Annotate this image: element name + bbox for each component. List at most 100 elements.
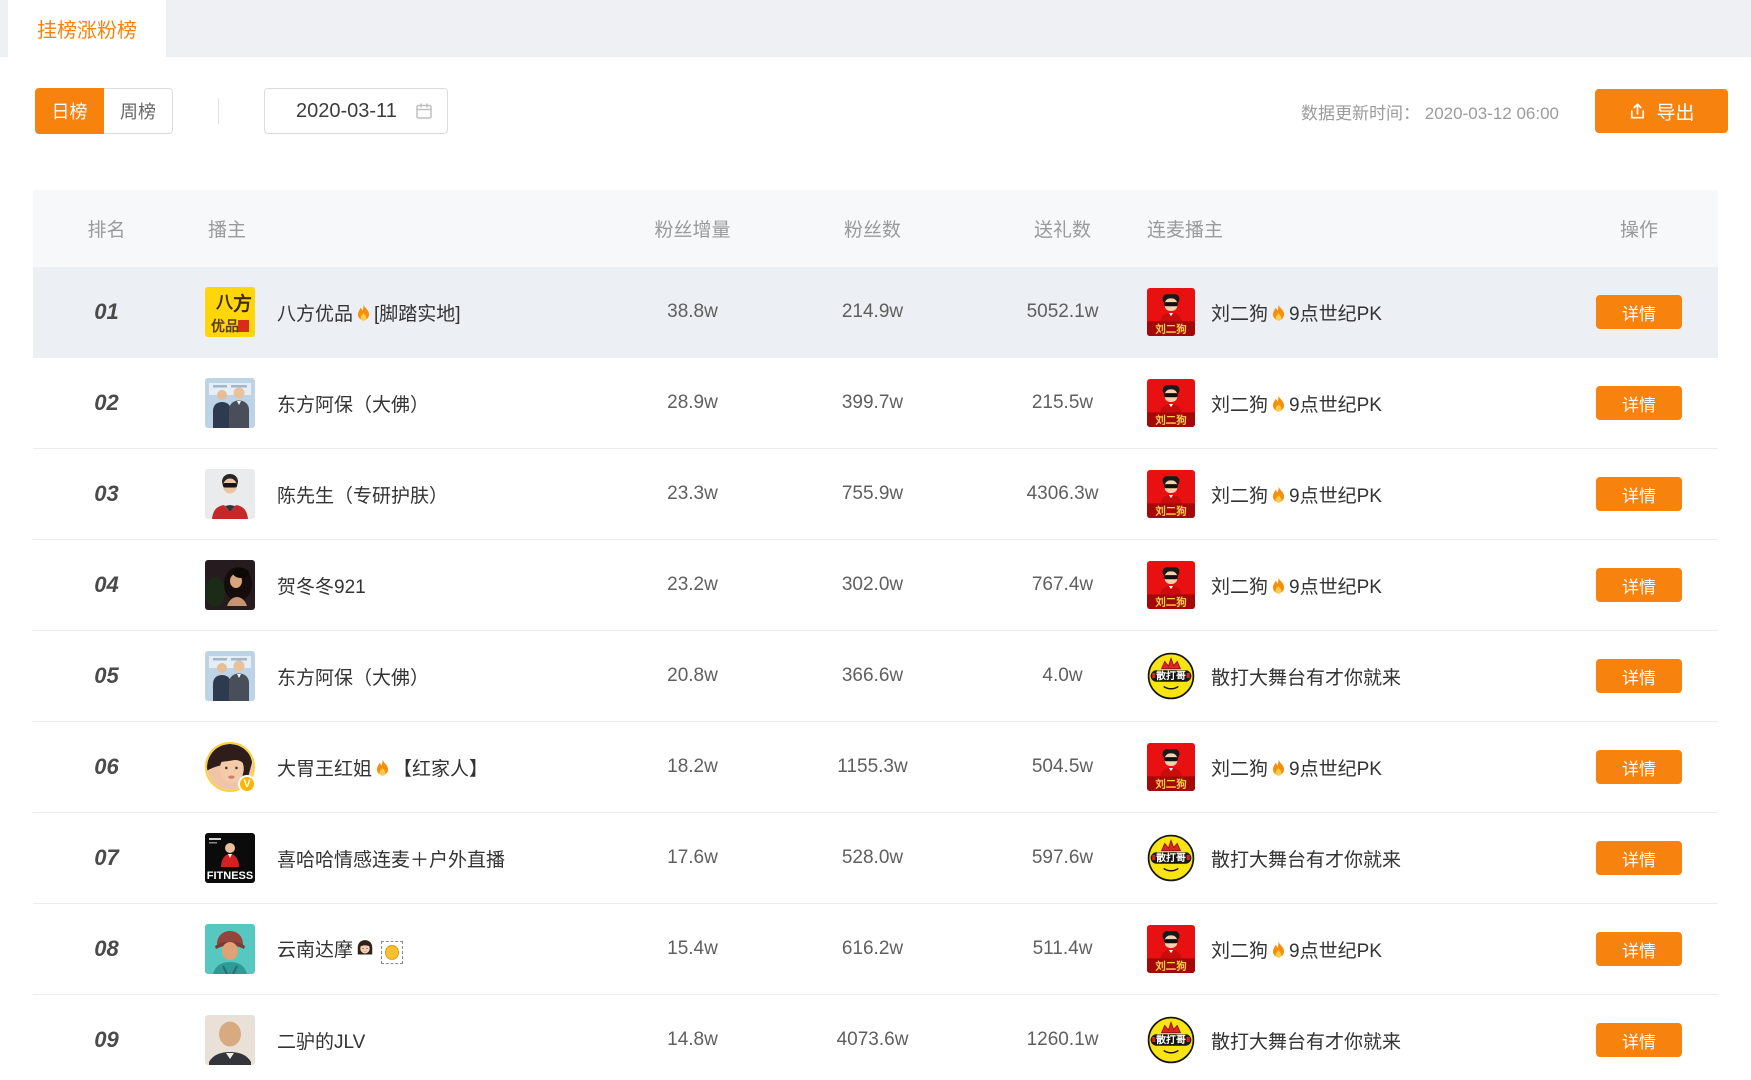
weekly-rank-button[interactable]: 周榜 [104,88,173,134]
table-header: 排名 播主 粉丝增量 粉丝数 送礼数 连麦播主 操作 [33,190,1718,267]
fan-count-value: 528.0w [760,847,985,869]
gift-count-value: 215.5w [985,392,1140,414]
broadcaster-avatar [205,924,255,974]
calendar-icon[interactable] [414,101,434,121]
broadcaster-avatar: 八方优品 [205,287,255,337]
broadcaster-cell: 云南达摩 [180,924,625,974]
linkmic-cell: 散打哥 散打大舞台有才你就来 [1140,652,1560,700]
table-body: 01 八方优品 八方优品[脚踏实地] 38.8w 214.9w 5052.1w … [33,267,1718,1080]
export-button[interactable]: 导出 [1595,89,1728,133]
fan-growth-value: 28.9w [625,392,760,414]
fan-growth-value: 38.8w [625,301,760,323]
linkmic-avatar: 散打哥 [1147,652,1195,700]
linkmic-avatar: 刘二狗 [1147,470,1195,518]
detail-button[interactable]: 详情 [1596,750,1682,784]
linkmic-name: 刘二狗9点世纪PK [1211,936,1382,963]
fan-count-value: 1155.3w [760,756,985,778]
linkmic-cell: 刘二狗 刘二狗9点世纪PK [1140,925,1560,973]
broadcaster-cell: V 大胃王红姐【红家人】 [180,742,625,792]
gift-count-value: 5052.1w [985,301,1140,323]
svg-text:刘二狗: 刘二狗 [1155,595,1186,608]
svg-text:优品: 优品 [211,318,239,334]
fan-count-value: 755.9w [760,483,985,505]
broadcaster-avatar: V [205,742,255,792]
action-cell: 详情 [1560,1023,1718,1057]
linkmic-cell: 刘二狗 刘二狗9点世纪PK [1140,288,1560,336]
date-picker[interactable]: 2020-03-11 [264,88,448,134]
action-cell: 详情 [1560,659,1718,693]
fan-growth-value: 23.3w [625,483,760,505]
top-strip: 挂榜涨粉榜 [0,0,1751,57]
table-row: 08 云南达摩 15.4w 616.2w 511.4w 刘二狗 刘二狗9点世纪P… [33,904,1718,995]
linkmic-avatar: 刘二狗 [1147,743,1195,791]
export-label: 导出 [1656,98,1694,125]
update-time-value: 2020-03-12 06:00 [1425,104,1559,123]
fan-growth-value: 14.8w [625,1029,760,1051]
action-cell: 详情 [1560,386,1718,420]
rank-value: 08 [33,936,180,962]
table-row: 03 陈先生（专研护肤） 23.3w 755.9w 4306.3w 刘二狗 刘二… [33,449,1718,540]
svg-text:刘二狗: 刘二狗 [1155,777,1186,790]
fire-emoji [1270,941,1287,960]
linkmic-name: 刘二狗9点世纪PK [1211,390,1382,417]
ranking-table: 排名 播主 粉丝增量 粉丝数 送礼数 连麦播主 操作 01 八方优品 八方优品[… [33,190,1718,1080]
detail-button[interactable]: 详情 [1596,841,1682,875]
broadcaster-name: 陈先生（专研护肤） [277,481,448,508]
svg-text:刘二狗: 刘二狗 [1155,322,1186,335]
rank-value: 09 [33,1027,180,1053]
linkmic-name: 刘二狗9点世纪PK [1211,481,1382,508]
gift-count-value: 504.5w [985,756,1140,778]
broadcaster-avatar [205,469,255,519]
fire-emoji [1270,486,1287,505]
linkmic-name: 散打大舞台有才你就来 [1211,845,1401,872]
detail-button[interactable]: 详情 [1596,932,1682,966]
linkmic-cell: 散打哥 散打大舞台有才你就来 [1140,1016,1560,1064]
verified-badge: V [238,775,256,793]
linkmic-cell: 刘二狗 刘二狗9点世纪PK [1140,743,1560,791]
update-time-label: 数据更新时间： [1301,104,1420,123]
detail-button[interactable]: 详情 [1596,295,1682,329]
period-segmented-control: 日榜 周榜 [35,88,173,134]
fan-count-value: 616.2w [760,938,985,960]
fan-growth-value: 15.4w [625,938,760,960]
fan-count-value: 366.6w [760,665,985,687]
linkmic-cell: 刘二狗 刘二狗9点世纪PK [1140,561,1560,609]
fire-emoji [1270,577,1287,596]
svg-text:刘二狗: 刘二狗 [1155,959,1186,972]
tab-fan-growth-ranking[interactable]: 挂榜涨粉榜 [8,0,166,57]
svg-text:刘二狗: 刘二狗 [1155,504,1186,517]
toolbar: 日榜 周榜 2020-03-11 数据更新时间： 2020-03-12 06:0… [35,88,1728,134]
action-cell: 详情 [1560,568,1718,602]
woman-emoji [355,939,375,959]
detail-button[interactable]: 详情 [1596,568,1682,602]
fan-growth-value: 18.2w [625,756,760,778]
linkmic-name: 散打大舞台有才你就来 [1211,663,1401,690]
broadcaster-avatar [205,1015,255,1065]
rank-value: 07 [33,845,180,871]
data-update-time: 数据更新时间： 2020-03-12 06:00 [1301,99,1559,124]
daily-rank-button[interactable]: 日榜 [35,88,104,134]
detail-button[interactable]: 详情 [1596,1023,1682,1057]
action-cell: 详情 [1560,295,1718,329]
gift-count-value: 767.4w [985,574,1140,596]
rank-value: 01 [33,299,180,325]
action-cell: 详情 [1560,841,1718,875]
linkmic-cell: 散打哥 散打大舞台有才你就来 [1140,834,1560,882]
header-rank: 排名 [33,215,180,242]
detail-button[interactable]: 详情 [1596,386,1682,420]
broadcaster-cell: 东方阿保（大佛） [180,378,625,428]
header-action: 操作 [1560,215,1718,242]
broadcaster-name: 云南达摩 [277,935,403,964]
detail-button[interactable]: 详情 [1596,659,1682,693]
broadcaster-name: 八方优品[脚踏实地] [277,299,461,326]
svg-text:刘二狗: 刘二狗 [1155,413,1186,426]
broadcaster-name: 东方阿保（大佛） [277,390,429,417]
header-fan-growth: 粉丝增量 [625,215,760,242]
svg-text:散打哥: 散打哥 [1156,669,1186,682]
header-gift-count: 送礼数 [985,215,1140,242]
svg-text:方: 方 [233,292,252,315]
fan-growth-value: 23.2w [625,574,760,596]
linkmic-avatar: 散打哥 [1147,1016,1195,1064]
detail-button[interactable]: 详情 [1596,477,1682,511]
linkmic-avatar: 刘二狗 [1147,288,1195,336]
